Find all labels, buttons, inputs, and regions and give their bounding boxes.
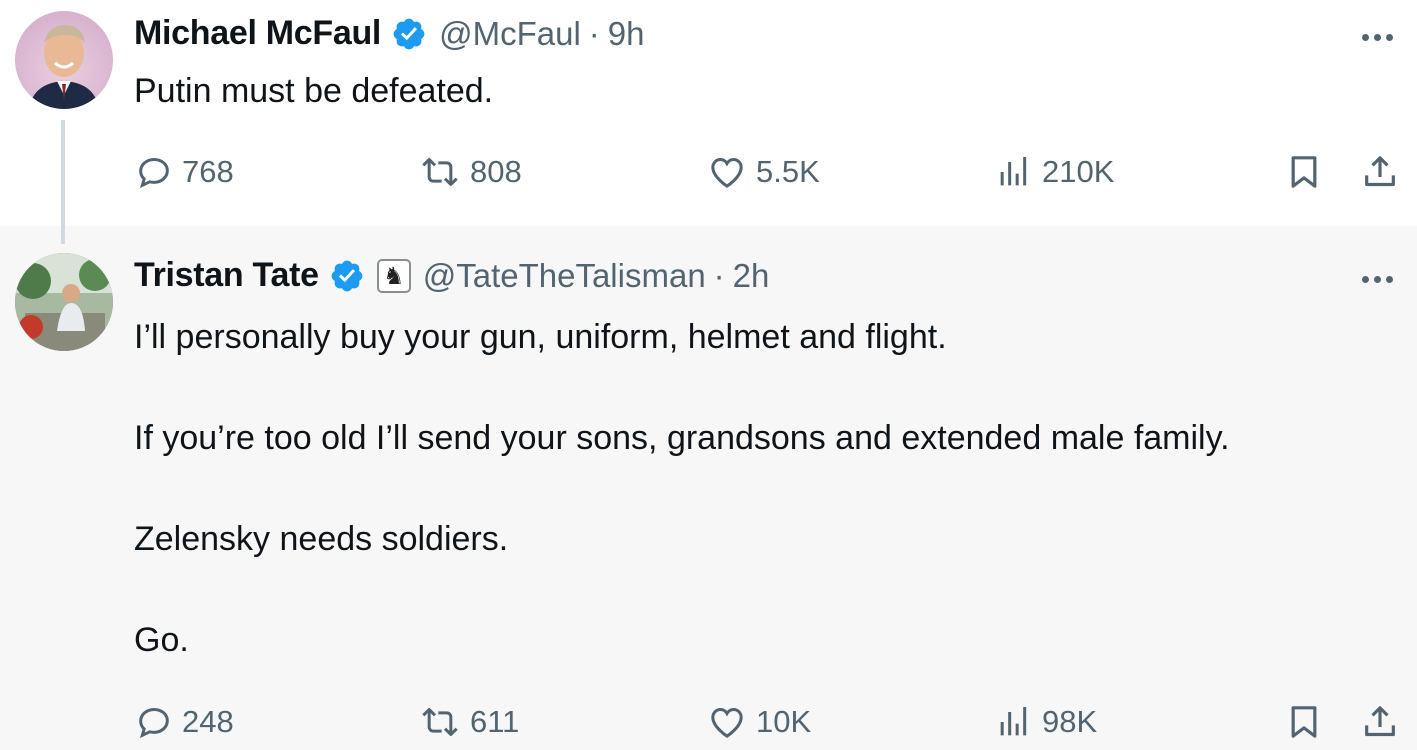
like-button[interactable]: 10K [706, 702, 811, 742]
avatar[interactable] [15, 11, 113, 109]
retweet-count: 808 [470, 154, 522, 189]
views-button[interactable]: 210K [994, 152, 1114, 192]
views-icon [1000, 157, 1027, 186]
timestamp[interactable]: 2h [733, 257, 770, 295]
separator-dot: · [713, 256, 725, 294]
share-button[interactable] [1360, 152, 1400, 192]
more-icon[interactable] [1362, 276, 1393, 283]
reply-button[interactable]: 248 [134, 702, 234, 742]
share-button[interactable] [1360, 702, 1400, 742]
tweet-header: Tristan Tate ♞ @TateTheTalisman · 2h [134, 256, 769, 295]
reply-icon [139, 157, 169, 189]
like-count: 5.5K [756, 154, 820, 189]
share-icon [1365, 156, 1395, 187]
tweet-text-line: Zelensky needs soldiers. [134, 520, 509, 558]
bookmark-button[interactable] [1284, 702, 1324, 742]
tweet-text-line: If you’re too old I’ll send your sons, g… [134, 419, 1230, 457]
retweet-icon [422, 708, 458, 736]
retweet-count: 611 [470, 704, 520, 739]
reply-icon [139, 707, 169, 739]
share-icon [1365, 706, 1395, 737]
tweet-header: Michael McFaul @McFaul · 9h [134, 14, 645, 53]
bookmark-button[interactable] [1284, 152, 1324, 192]
reply-count: 248 [182, 704, 234, 739]
action-bar: 768 808 5.5K 210K [134, 152, 1396, 192]
tweet-text: Putin must be defeated. [134, 74, 493, 108]
action-bar: 248 611 10K 98K [134, 702, 1396, 742]
tweet-text-line: I’ll personally buy your gun, uniform, h… [134, 318, 947, 356]
verified-icon [391, 16, 427, 52]
retweet-button[interactable]: 611 [418, 702, 519, 742]
author-handle[interactable]: @McFaul [439, 15, 581, 53]
tweet-parent[interactable]: Michael McFaul @McFaul · 9h Putin must b… [0, 0, 1417, 226]
like-icon [711, 157, 743, 188]
like-icon [711, 707, 743, 738]
views-count: 98K [1042, 704, 1098, 739]
tweet-text-line: Putin must be defeated. [134, 72, 494, 110]
avatar[interactable] [15, 253, 113, 351]
retweet-icon [422, 158, 458, 186]
retweet-button[interactable]: 808 [418, 152, 522, 192]
author-handle[interactable]: @TateTheTalisman [423, 257, 706, 295]
bookmark-icon [1291, 156, 1317, 188]
tweet-reply[interactable]: Tristan Tate ♞ @TateTheTalisman · 2h I’l… [0, 226, 1417, 750]
bookmark-icon [1291, 706, 1317, 738]
reply-count: 768 [182, 154, 234, 189]
views-button[interactable]: 98K [994, 702, 1097, 742]
verified-icon [329, 258, 365, 294]
chess-knight-icon[interactable]: ♞ [376, 258, 411, 293]
author-name[interactable]: Tristan Tate [134, 256, 319, 295]
like-count: 10K [756, 704, 812, 739]
separator-dot: · [588, 14, 600, 52]
more-icon[interactable] [1362, 34, 1393, 41]
views-count: 210K [1042, 154, 1115, 189]
tweet-text-line: Go. [134, 621, 189, 659]
author-name[interactable]: Michael McFaul [134, 14, 381, 53]
reply-button[interactable]: 768 [134, 152, 234, 192]
thread-connector [61, 120, 65, 244]
like-button[interactable]: 5.5K [706, 152, 820, 192]
views-icon [1000, 707, 1027, 736]
timestamp[interactable]: 9h [608, 15, 645, 53]
